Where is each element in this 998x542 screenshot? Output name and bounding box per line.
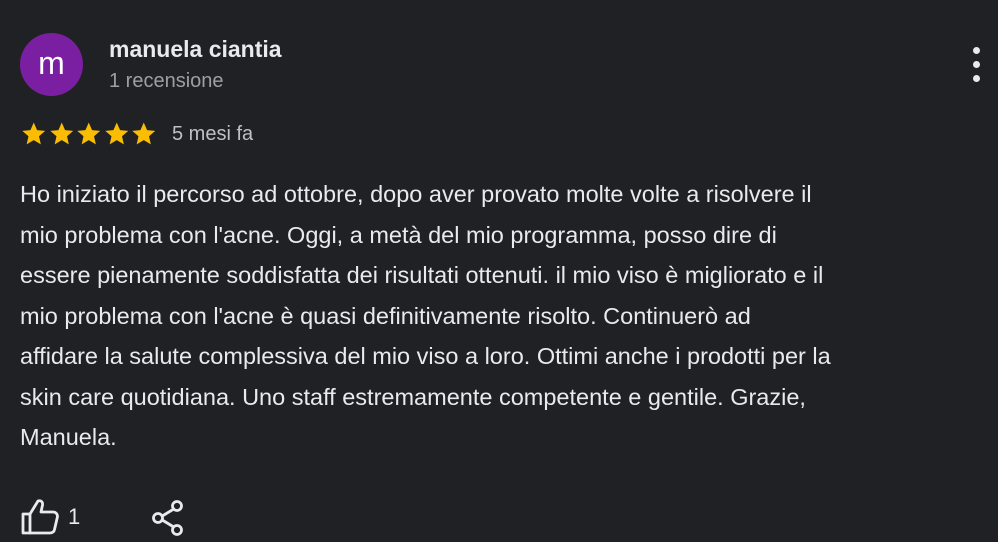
more-vert-icon-dot xyxy=(973,61,980,68)
star-icon xyxy=(104,122,128,145)
review-card: m manuela ciantia 1 recensione 5 mesi fa… xyxy=(0,0,998,542)
author-review-count[interactable]: 1 recensione xyxy=(109,70,224,93)
like-button[interactable]: 1 xyxy=(20,497,80,537)
more-vert-icon-dot xyxy=(973,75,980,82)
review-text: Ho iniziato il percorso ad ottobre, dopo… xyxy=(20,174,998,458)
review-text-line: mio problema con l'acne è quasi definiti… xyxy=(20,302,751,329)
more-options-button[interactable] xyxy=(960,44,994,84)
share-button[interactable] xyxy=(150,497,186,537)
review-text-line: skin care quotidiana. Uno staff estremam… xyxy=(20,383,806,410)
star-icon xyxy=(22,122,46,145)
review-text-line: Manuela. xyxy=(20,424,117,450)
author-name[interactable]: manuela ciantia xyxy=(109,36,282,63)
like-count: 1 xyxy=(68,504,81,529)
avatar[interactable]: m xyxy=(20,33,83,96)
star-icon xyxy=(132,122,156,145)
review-text-line: affidare la salute complessiva del mio v… xyxy=(20,343,831,369)
star-icon xyxy=(49,122,73,145)
review-text-line: Ho iniziato il percorso ad ottobre, dopo… xyxy=(20,181,812,207)
star-icon xyxy=(77,122,101,145)
star-rating xyxy=(20,119,158,149)
review-time: 5 mesi fa xyxy=(172,123,254,145)
review-text-line: essere pienamente soddisfatta dei risult… xyxy=(20,262,824,288)
more-vert-icon xyxy=(973,47,980,54)
share-icon xyxy=(152,500,183,536)
review-text-line: mio problema con l'acne. Oggi, a metà de… xyxy=(20,221,777,248)
thumb-up-icon xyxy=(21,499,59,535)
